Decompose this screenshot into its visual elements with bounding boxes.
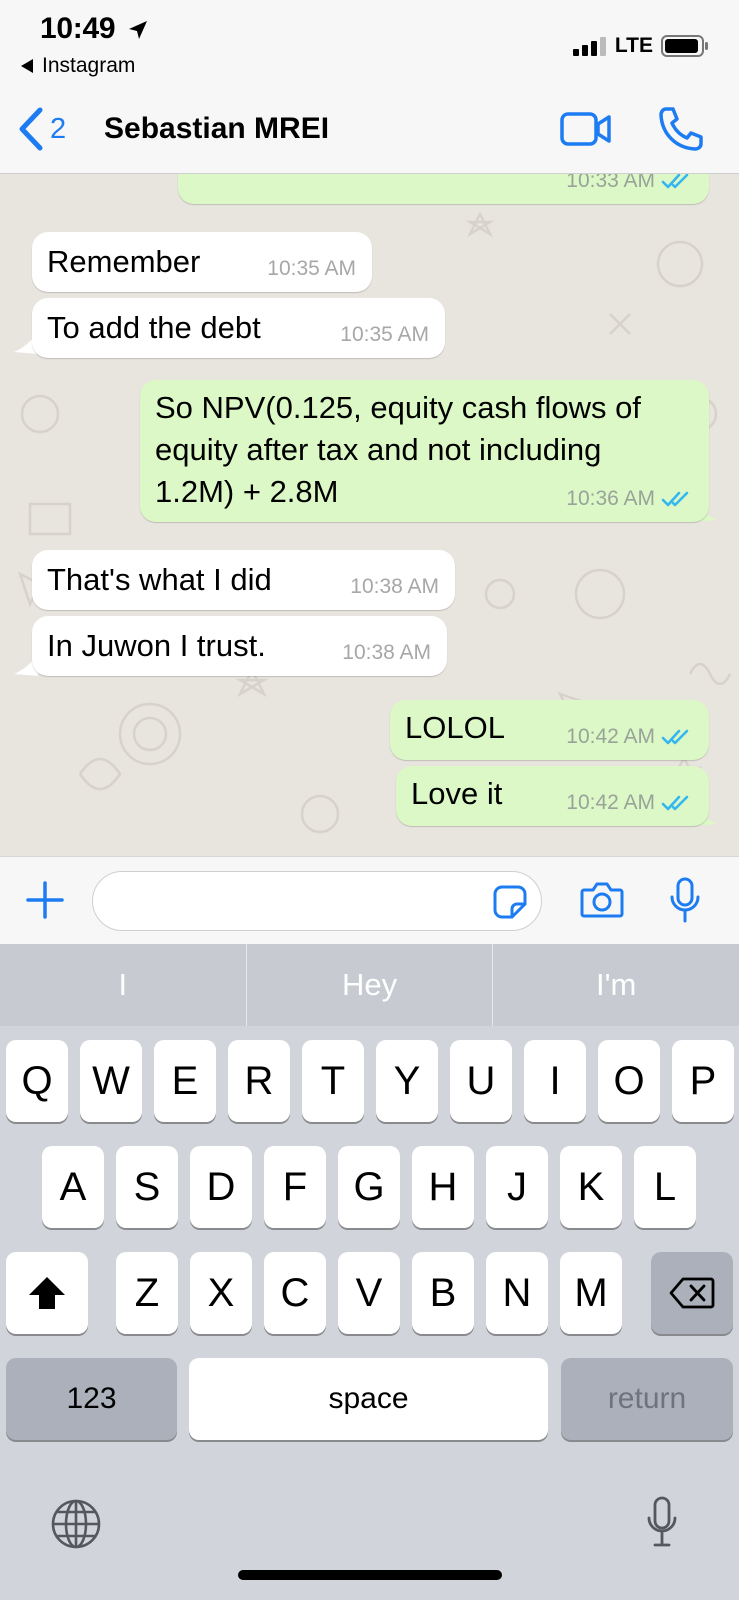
return-key[interactable]: return xyxy=(561,1358,733,1440)
chevron-left-icon xyxy=(19,107,43,151)
message-text: LOLOL xyxy=(405,710,505,745)
key-b[interactable]: B xyxy=(412,1252,474,1334)
key-j[interactable]: J xyxy=(486,1146,548,1228)
message-bubble-outgoing[interactable]: LOLOL 10:42 AM xyxy=(390,700,709,760)
message-bubble-incoming[interactable]: To add the debt 10:35 AM xyxy=(32,298,445,358)
status-bar: 10:49 Instagram LTE xyxy=(0,0,739,92)
predictive-bar: I Hey I'm xyxy=(0,944,739,1026)
unread-count: 2 xyxy=(50,112,67,145)
key-z[interactable]: Z xyxy=(116,1252,178,1334)
read-receipt-icon xyxy=(661,174,689,189)
message-text: To add the debt xyxy=(47,310,261,345)
video-call-icon[interactable] xyxy=(560,110,612,148)
key-x[interactable]: X xyxy=(190,1252,252,1334)
message-text-line: So NPV(0.125, equity cash flows of xyxy=(155,390,641,425)
message-time: 10:38 AM xyxy=(342,641,431,664)
backspace-icon xyxy=(669,1277,715,1309)
message-text: In Juwon I trust. xyxy=(47,628,266,663)
key-o[interactable]: O xyxy=(598,1040,660,1122)
chat-area[interactable]: 10:33 AM Remember 10:35 AM To add the de… xyxy=(0,174,739,856)
location-arrow-icon xyxy=(129,21,147,39)
message-input-bar xyxy=(0,856,739,944)
message-bubble-outgoing[interactable]: So NPV(0.125, equity cash flows of equit… xyxy=(140,380,709,522)
globe-icon[interactable] xyxy=(50,1498,102,1550)
status-indicators: LTE xyxy=(572,34,709,58)
back-app-label: Instagram xyxy=(42,54,136,77)
signal-icon xyxy=(572,37,606,56)
camera-icon[interactable] xyxy=(580,881,624,919)
message-time: 10:36 AM xyxy=(566,487,655,510)
key-t[interactable]: T xyxy=(302,1040,364,1122)
message-meta: 10:33 AM xyxy=(566,174,693,192)
message-bubble-incoming[interactable]: Remember 10:35 AM xyxy=(32,232,372,292)
network-type: LTE xyxy=(614,34,653,57)
message-time: 10:35 AM xyxy=(340,323,429,346)
key-e[interactable]: E xyxy=(154,1040,216,1122)
message-time: 10:33 AM xyxy=(566,174,655,192)
key-n[interactable]: N xyxy=(486,1252,548,1334)
key-m[interactable]: M xyxy=(560,1252,622,1334)
message-meta: 10:42 AM xyxy=(566,792,693,814)
key-k[interactable]: K xyxy=(560,1146,622,1228)
battery-icon xyxy=(661,35,708,57)
microphone-icon[interactable] xyxy=(670,877,700,923)
key-r[interactable]: R xyxy=(228,1040,290,1122)
key-h[interactable]: H xyxy=(412,1146,474,1228)
message-bubble-incoming[interactable]: In Juwon I trust. 10:38 AM xyxy=(32,616,447,676)
message-time: 10:42 AM xyxy=(566,725,655,748)
backspace-key[interactable] xyxy=(651,1252,733,1334)
message-text-field[interactable] xyxy=(115,882,475,922)
chat-header: 2 Sebastian MREI xyxy=(0,92,739,174)
message-bubble-incoming[interactable]: That's what I did 10:38 AM xyxy=(32,550,455,610)
key-d[interactable]: D xyxy=(190,1146,252,1228)
message-bubble-outgoing[interactable]: Love it 10:42 AM xyxy=(396,766,709,826)
status-time: 10:49 xyxy=(40,12,116,45)
microphone-icon[interactable] xyxy=(646,1496,678,1548)
message-text-line: equity after tax and not including xyxy=(155,432,602,467)
message-time: 10:35 AM xyxy=(267,257,356,280)
suggestion[interactable]: Hey xyxy=(247,944,493,1026)
message-meta: 10:36 AM xyxy=(566,488,693,510)
key-u[interactable]: U xyxy=(450,1040,512,1122)
read-receipt-icon xyxy=(661,491,689,507)
message-text: Love it xyxy=(411,776,503,811)
key-p[interactable]: P xyxy=(672,1040,734,1122)
key-l[interactable]: L xyxy=(634,1146,696,1228)
key-a[interactable]: A xyxy=(42,1146,104,1228)
shift-key[interactable] xyxy=(6,1252,88,1334)
message-bubble-outgoing[interactable]: 10:33 AM xyxy=(178,174,709,204)
plus-icon[interactable] xyxy=(26,881,64,919)
message-input[interactable] xyxy=(92,871,542,931)
message-text-line: 1.2M) + 2.8M xyxy=(155,474,339,509)
read-receipt-icon xyxy=(661,729,689,745)
contact-name[interactable]: Sebastian MREI xyxy=(104,112,329,146)
shift-icon xyxy=(29,1277,65,1309)
back-triangle-icon xyxy=(21,59,33,73)
space-key[interactable]: space xyxy=(189,1358,548,1440)
back-button[interactable]: 2 xyxy=(16,106,66,152)
message-text: Remember xyxy=(47,244,201,279)
key-y[interactable]: Y xyxy=(376,1040,438,1122)
message-time: 10:38 AM xyxy=(350,575,439,598)
key-q[interactable]: Q xyxy=(6,1040,68,1122)
suggestion[interactable]: I xyxy=(0,944,246,1026)
key-i[interactable]: I xyxy=(524,1040,586,1122)
key-s[interactable]: S xyxy=(116,1146,178,1228)
key-v[interactable]: V xyxy=(338,1252,400,1334)
key-w[interactable]: W xyxy=(80,1040,142,1122)
phone-icon[interactable] xyxy=(658,106,704,152)
keyboard: I Hey I'm Q W E R T Y U I O P A S D F G … xyxy=(0,944,739,1600)
key-g[interactable]: G xyxy=(338,1146,400,1228)
message-text: That's what I did xyxy=(47,562,272,597)
message-time: 10:42 AM xyxy=(566,791,655,814)
home-indicator[interactable] xyxy=(238,1570,502,1580)
read-receipt-icon xyxy=(661,795,689,811)
suggestion[interactable]: I'm xyxy=(493,944,739,1026)
back-to-app-link[interactable]: Instagram xyxy=(20,54,135,78)
key-f[interactable]: F xyxy=(264,1146,326,1228)
message-meta: 10:42 AM xyxy=(566,726,693,748)
key-c[interactable]: C xyxy=(264,1252,326,1334)
numbers-key[interactable]: 123 xyxy=(6,1358,177,1440)
sticker-icon[interactable] xyxy=(493,885,527,919)
